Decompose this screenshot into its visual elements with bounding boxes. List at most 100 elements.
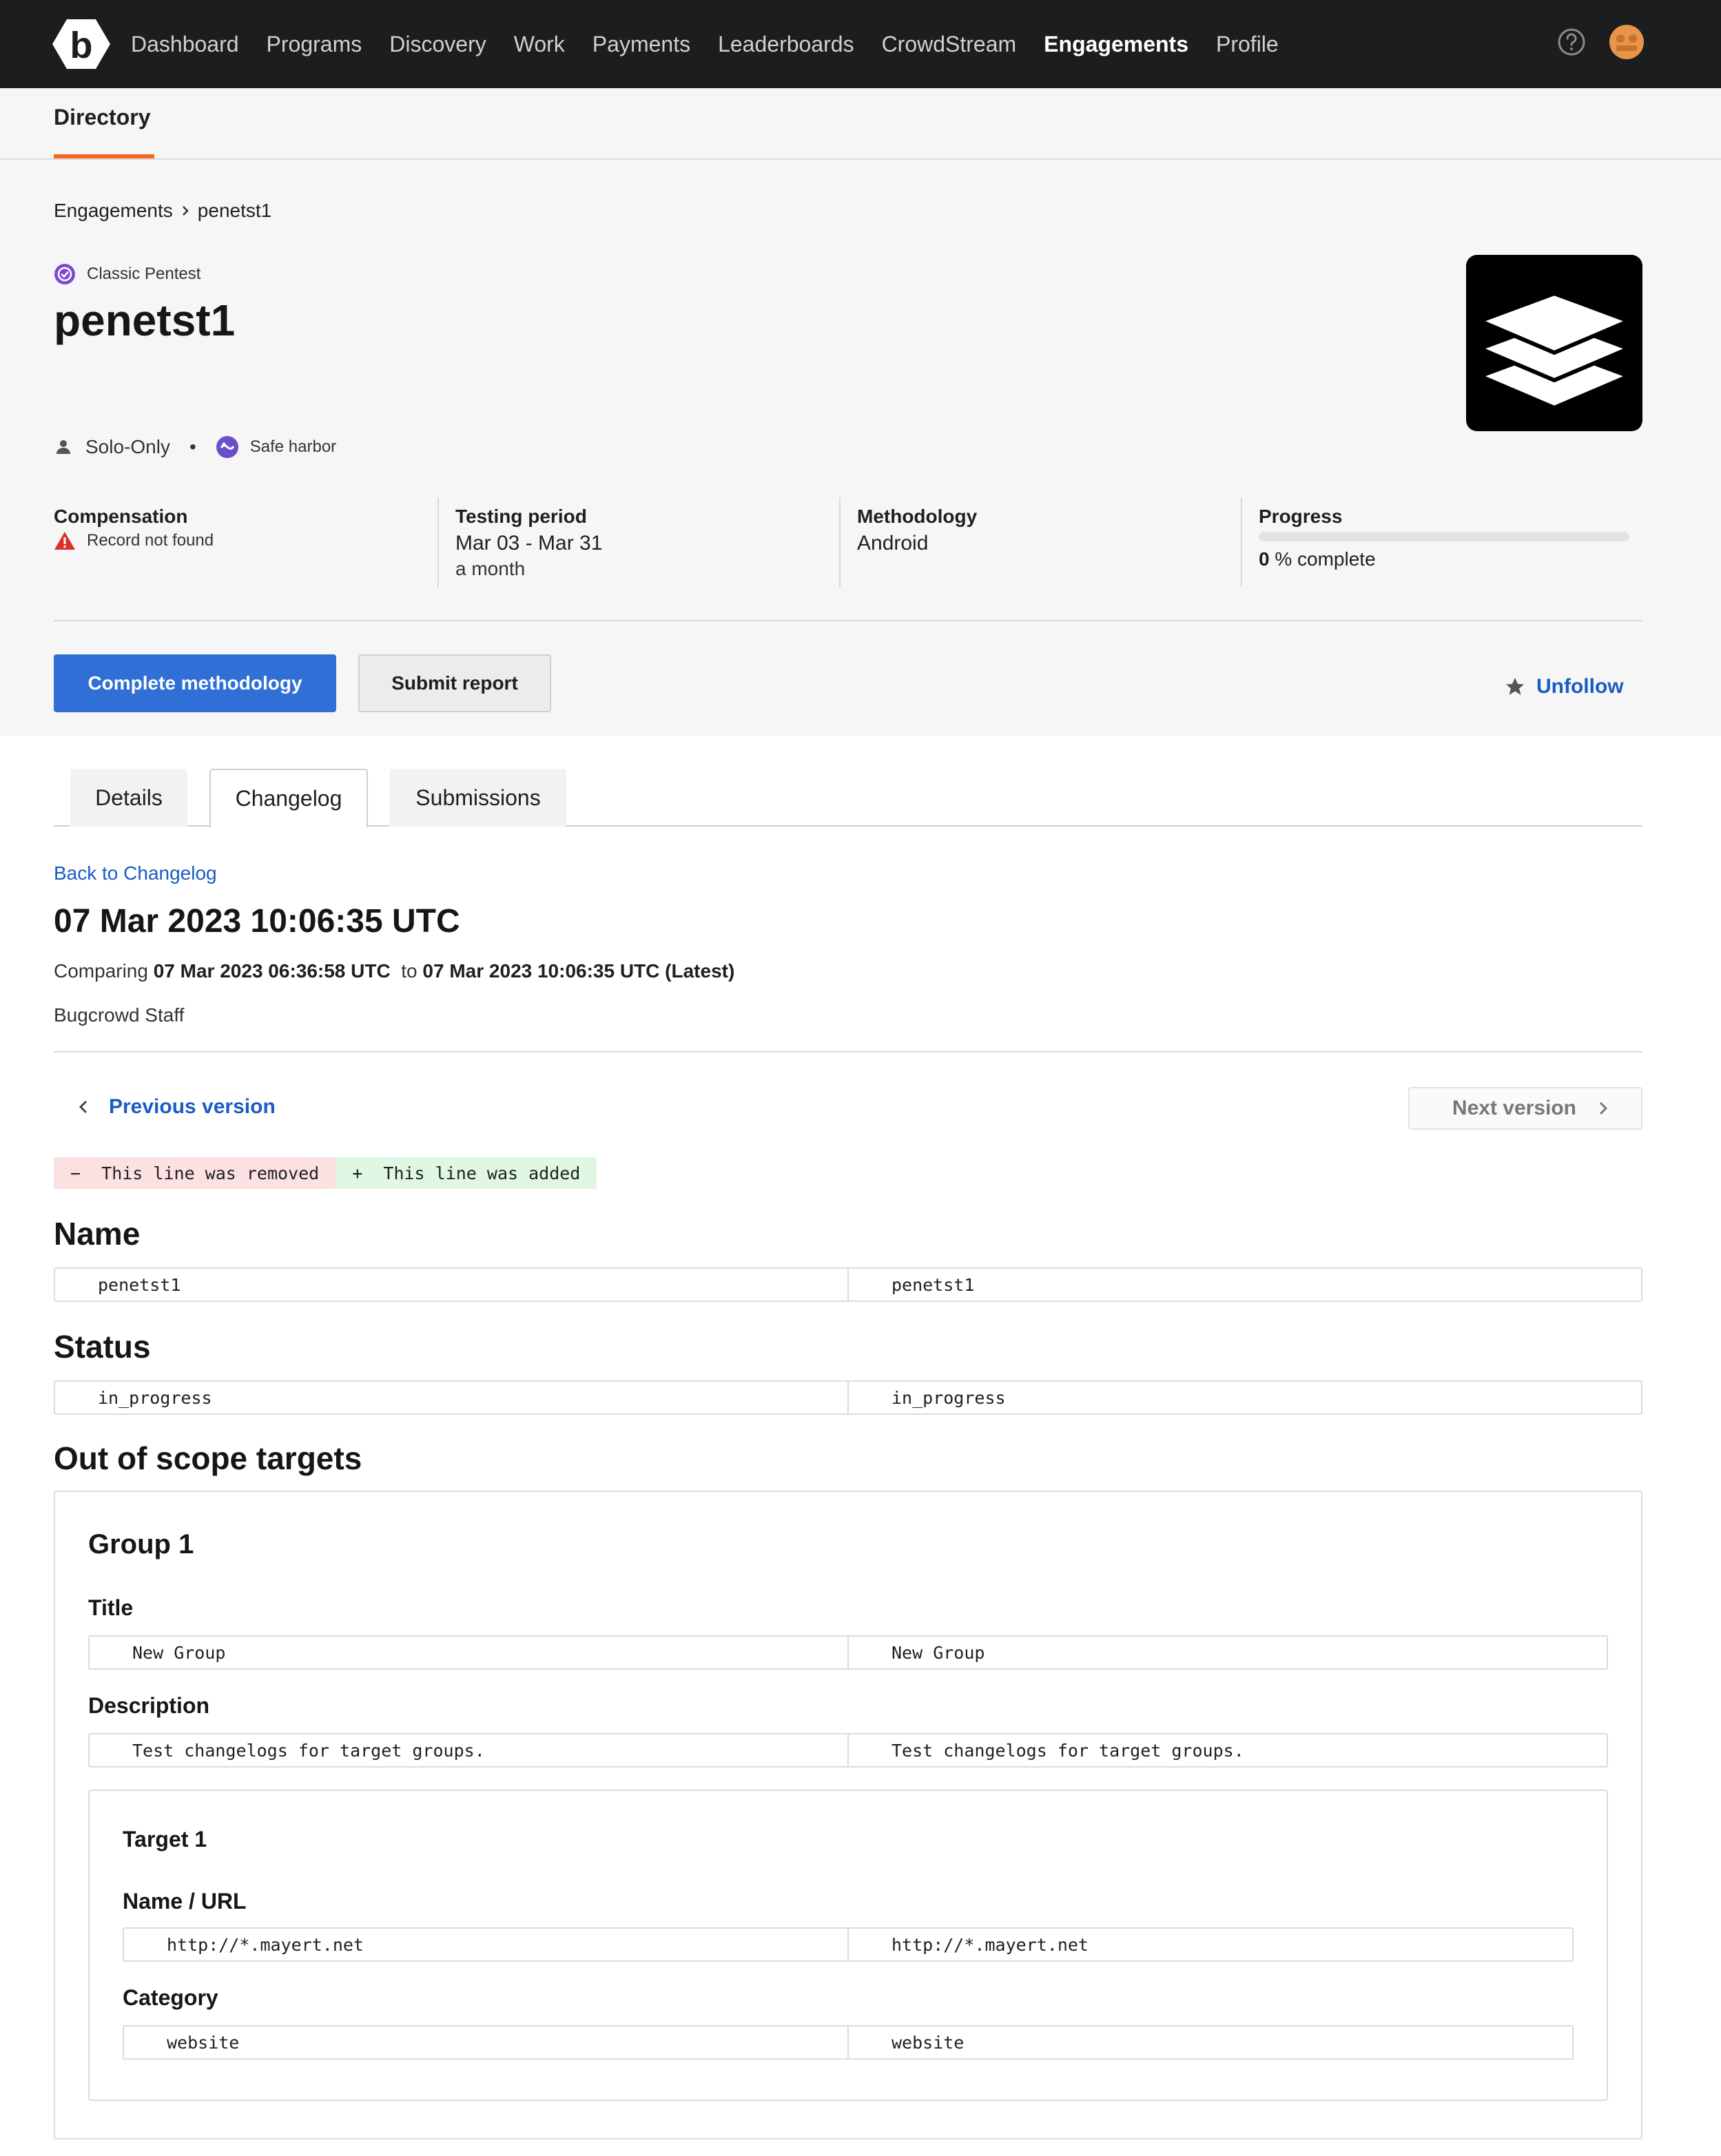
safe-harbor-icon [216, 436, 238, 458]
diff-legend: − This line was removed + This line was … [54, 1157, 597, 1189]
stat-progress: Progress 0 % complete [1241, 497, 1642, 587]
progress-percent: 0 [1259, 548, 1270, 570]
stat-testing-period: Testing period Mar 03 - Mar 31 a month [437, 497, 839, 587]
nav-item-payments[interactable]: Payments [592, 32, 690, 57]
legend-removed: − This line was removed [54, 1157, 336, 1189]
tab-details[interactable]: Details [70, 769, 187, 827]
star-icon [1506, 678, 1524, 695]
stat-label: Methodology [857, 506, 978, 527]
nav-item-profile[interactable]: Profile [1216, 32, 1279, 57]
nav-item-engagements[interactable]: Engagements [1044, 32, 1188, 57]
testing-period-duration: a month [455, 558, 526, 579]
breadcrumb-current: penetst1 [197, 200, 272, 221]
engagement-tabs: Details Changelog Submissions [54, 769, 1642, 828]
diff-row-group-description: Test changelogs for target groups. Test … [88, 1733, 1608, 1768]
diff-row-target-category: website website [123, 2025, 1574, 2060]
back-to-changelog-link[interactable]: Back to Changelog [54, 862, 217, 884]
testing-period-value: Mar 03 - Mar 31 [455, 532, 603, 554]
section-out-of-scope-heading: Out of scope targets [54, 1440, 362, 1476]
engagement-meta: Solo-Only • Safe harbor [54, 435, 336, 459]
stat-methodology: Methodology Android [839, 497, 1241, 587]
unfollow-button[interactable]: Unfollow [1505, 675, 1624, 698]
comparing-prefix: Comparing [54, 960, 154, 982]
layers-logo-icon [1474, 291, 1635, 411]
chevron-left-icon [79, 1100, 87, 1114]
diff-old-value: New Group [132, 1642, 226, 1663]
svg-text:b: b [70, 25, 93, 66]
methodology-value: Android [857, 532, 929, 554]
person-icon [56, 440, 70, 454]
diff-row-group-title: New Group New Group [88, 1635, 1608, 1670]
chevron-right-icon [1599, 1101, 1608, 1115]
version-title: 07 Mar 2023 10:06:35 UTC [54, 903, 460, 940]
complete-methodology-button[interactable]: Complete methodology [54, 654, 336, 712]
diff-new-value: in_progress [847, 1382, 1641, 1413]
divider [54, 620, 1642, 621]
target-heading: Target 1 [123, 1827, 207, 1852]
tab-directory[interactable]: Directory [54, 105, 151, 130]
divider [54, 1051, 1642, 1053]
engagement-type-label: Classic Pentest [87, 265, 201, 283]
next-version-label: Next version [1452, 1097, 1576, 1119]
unfollow-label: Unfollow [1536, 675, 1624, 698]
submit-report-button[interactable]: Submit report [358, 654, 551, 712]
comparing-line: Comparing 07 Mar 2023 06:36:58 UTC to 07… [54, 960, 734, 982]
progress-suffix: % complete [1269, 548, 1376, 570]
diff-old-value: Test changelogs for target groups. [132, 1740, 485, 1761]
nav-item-leaderboards[interactable]: Leaderboards [718, 32, 854, 57]
previous-version-button[interactable]: Previous version [76, 1095, 276, 1119]
bugcrowd-logo-icon[interactable]: b [52, 18, 110, 70]
diff-old-value: http://*.mayert.net [167, 1934, 364, 1955]
progress-text: 0 % complete [1259, 548, 1642, 570]
compare-to-word: to [390, 960, 423, 982]
diff-row-status: in_progress in_progress [54, 1380, 1642, 1415]
nav-item-discovery[interactable]: Discovery [389, 32, 486, 57]
diff-new-value: Test changelogs for target groups. [847, 1734, 1607, 1766]
pentest-badge-icon [54, 264, 75, 284]
progress-bar [1259, 532, 1629, 541]
breadcrumb: Engagements penetst1 [54, 200, 271, 222]
field-description-label: Description [88, 1693, 210, 1718]
previous-version-label: Previous version [109, 1095, 276, 1118]
warning-icon [54, 532, 75, 550]
help-icon[interactable] [1557, 28, 1586, 56]
diff-old-value: penetst1 [98, 1274, 181, 1295]
diff-new-value: website [847, 2027, 1572, 2058]
sub-header: Directory [0, 88, 1721, 160]
engagement-type: Classic Pentest [54, 263, 200, 285]
nav-item-crowdstream[interactable]: CrowdStream [882, 32, 1017, 57]
engagement-header: Engagements penetst1 Classic Pentest pen… [0, 160, 1721, 736]
diff-old-value: website [167, 2032, 240, 2053]
avatar-pattern-icon [1616, 34, 1637, 51]
avatar[interactable] [1609, 25, 1644, 59]
safe-harbor-label[interactable]: Safe harbor [250, 437, 336, 457]
compare-to: 07 Mar 2023 10:06:35 UTC (Latest) [422, 960, 735, 982]
diff-old-value: in_progress [98, 1387, 212, 1408]
active-tab-indicator [54, 154, 154, 158]
diff-new-value: penetst1 [847, 1269, 1641, 1300]
nav-item-dashboard[interactable]: Dashboard [131, 32, 239, 57]
field-title-label: Title [88, 1595, 134, 1620]
engagement-stats: Compensation Record not found Testing pe… [54, 497, 1642, 587]
compensation-value: Record not found [87, 531, 214, 550]
legend-added: + This line was added [336, 1157, 597, 1189]
changelog-author: Bugcrowd Staff [54, 1004, 185, 1026]
page-title: penetst1 [54, 296, 236, 345]
compare-from: 07 Mar 2023 06:36:58 UTC [153, 960, 391, 982]
breadcrumb-engagements[interactable]: Engagements [54, 200, 173, 222]
next-version-button[interactable]: Next version [1408, 1087, 1642, 1130]
field-name-url-label: Name / URL [123, 1889, 247, 1914]
tab-submissions[interactable]: Submissions [390, 769, 566, 827]
tab-changelog[interactable]: Changelog [209, 769, 368, 828]
field-category-label: Category [123, 1985, 218, 2010]
nav-item-work[interactable]: Work [514, 32, 565, 57]
stat-compensation: Compensation Record not found [54, 497, 437, 587]
top-navigation: b Dashboard Programs Discovery Work Paym… [0, 0, 1721, 88]
section-name-heading: Name [54, 1216, 141, 1252]
nav-item-programs[interactable]: Programs [267, 32, 362, 57]
program-logo [1466, 255, 1642, 431]
stat-label: Progress [1259, 506, 1343, 527]
diff-row-name: penetst1 penetst1 [54, 1267, 1642, 1302]
diff-new-value: New Group [847, 1637, 1607, 1668]
separator-dot: • [189, 436, 196, 457]
